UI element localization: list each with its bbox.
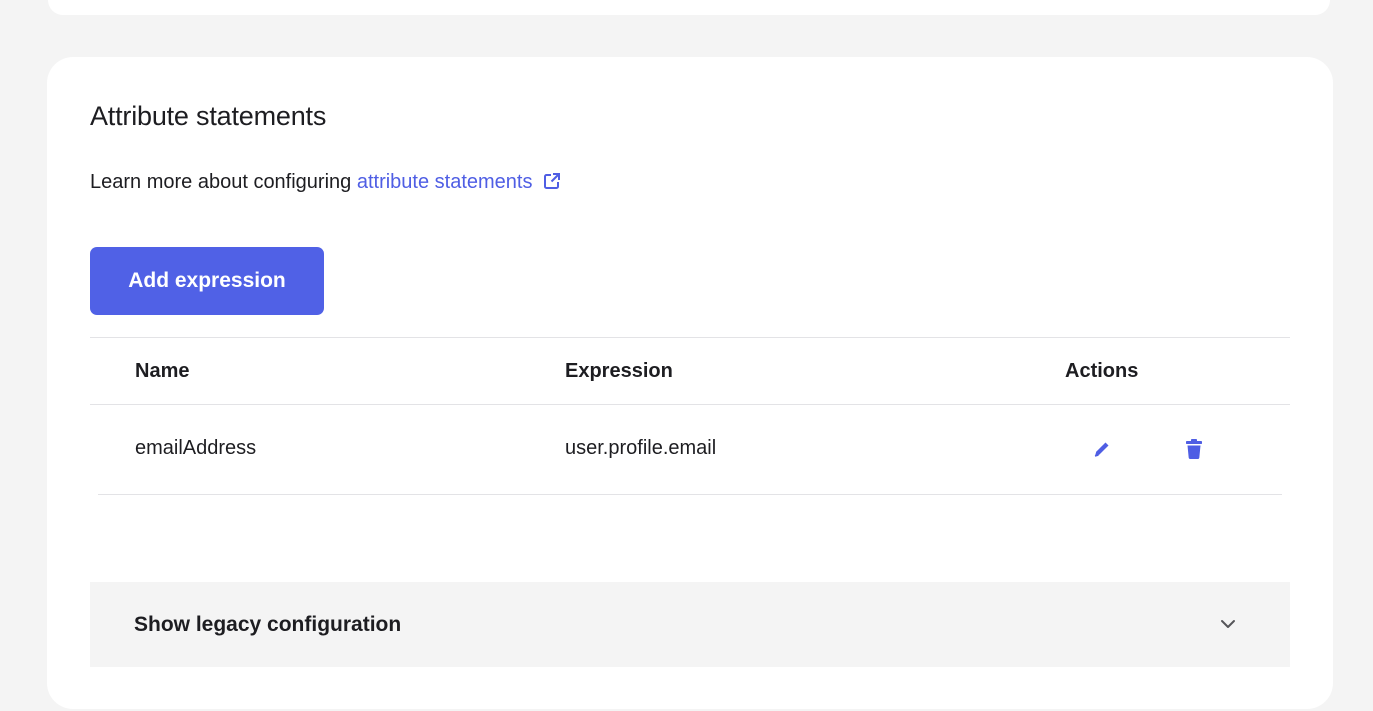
learn-more-prefix: Learn more about configuring <box>90 171 357 193</box>
page: Attribute statements Learn more about co… <box>0 0 1373 711</box>
delete-button[interactable] <box>1180 435 1208 463</box>
previous-card <box>48 0 1330 15</box>
row-divider <box>98 494 1282 495</box>
row-expression-cell: user.profile.email <box>565 437 717 459</box>
learn-more-text: Learn more about configuring attribute s… <box>90 171 561 194</box>
chevron-down-icon <box>1221 620 1235 628</box>
attribute-statements-link[interactable]: attribute statements <box>357 171 561 193</box>
external-link-icon <box>543 173 560 189</box>
pencil-icon <box>1094 442 1109 457</box>
column-header-expression: Expression <box>565 360 673 382</box>
edit-button[interactable] <box>1088 435 1116 463</box>
column-header-actions: Actions <box>1065 360 1139 382</box>
attribute-statements-card: Attribute statements Learn more about co… <box>47 57 1333 709</box>
attribute-statements-table: Name Expression Actions emailAddress use… <box>90 337 1290 495</box>
section-title: Attribute statements <box>90 101 327 131</box>
row-name-cell: emailAddress <box>135 437 257 459</box>
show-legacy-configuration-toggle[interactable]: Show legacy configuration <box>90 582 1290 667</box>
table-header: Name Expression Actions <box>90 337 1290 405</box>
legacy-configuration-label: Show legacy configuration <box>134 613 402 636</box>
attribute-statements-link-label: attribute statements <box>356 171 533 193</box>
table-row: emailAddress user.profile.email <box>90 405 1290 495</box>
trash-icon <box>1186 439 1202 460</box>
column-header-name: Name <box>135 360 190 382</box>
add-expression-button[interactable]: Add expression <box>90 247 324 315</box>
